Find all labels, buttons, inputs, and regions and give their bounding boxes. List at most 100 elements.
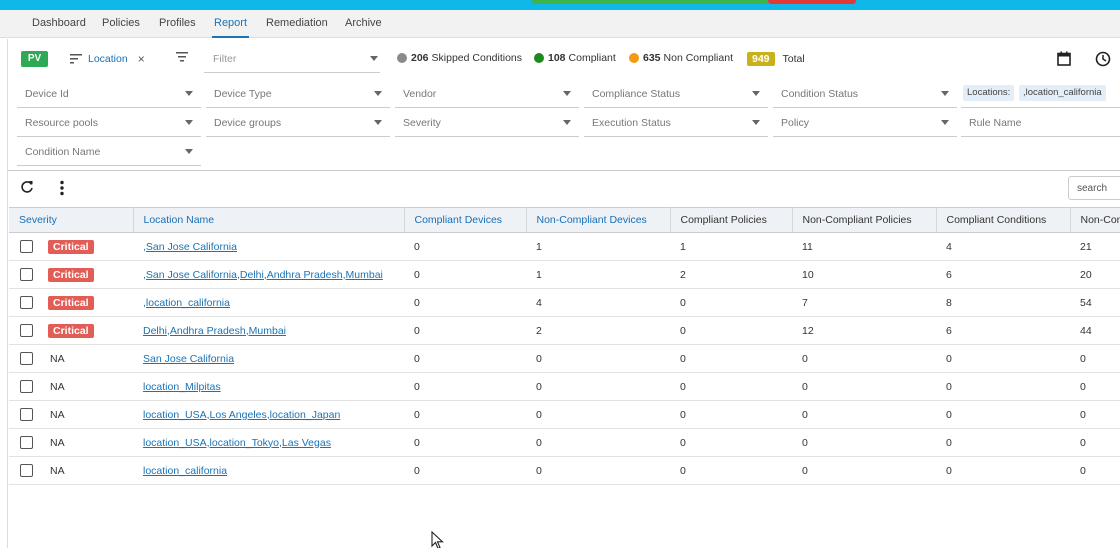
location-link[interactable]: location_USA,Los Angeles,location_Japan	[143, 409, 340, 421]
row-checkbox[interactable]	[20, 352, 33, 365]
chevron-down-icon	[374, 91, 382, 96]
tab-policies[interactable]: Policies	[100, 10, 142, 38]
condition-status-filter[interactable]: Condition Status	[773, 80, 957, 108]
location-link[interactable]: ,San Jose California	[143, 241, 237, 253]
non-compliant-policies-cell: 11	[792, 232, 936, 261]
table-row[interactable]: NA San Jose California 0 0 0 0 0 0	[9, 344, 1120, 373]
total-stat[interactable]: 949 Total	[747, 52, 805, 66]
chevron-down-icon	[752, 91, 760, 96]
table-row[interactable]: Critical ,San Jose California,Delhi,Andhr…	[9, 260, 1120, 289]
non-compliant-devices-cell: 1	[526, 232, 670, 261]
device-groups-filter[interactable]: Device groups	[206, 109, 390, 137]
refresh-icon[interactable]	[20, 180, 34, 194]
vendor-filter[interactable]: Vendor	[395, 80, 579, 108]
policy-filter[interactable]: Policy	[773, 109, 957, 137]
location-cell: ,location_california	[133, 288, 404, 317]
row-checkbox[interactable]	[20, 408, 33, 421]
row-checkbox[interactable]	[20, 380, 33, 393]
location-link[interactable]: ,San Jose California,Delhi,Andhra Prades…	[143, 269, 383, 281]
col-non-compliant-devices[interactable]: Non-Compliant Devices	[526, 207, 671, 233]
non-compliant-conditions-cell: 54	[1070, 288, 1120, 317]
table-row[interactable]: Critical ,San Jose California 0 1 1 11 4 21	[9, 232, 1120, 261]
col-compliant-devices[interactable]: Compliant Devices	[404, 207, 527, 233]
location-link[interactable]: location_Milpitas	[143, 381, 221, 393]
col-severity[interactable]: Severity	[9, 207, 134, 233]
locations-filter[interactable]: Locations: ,location_california	[961, 80, 1120, 108]
row-checkbox[interactable]	[20, 240, 33, 253]
more-options-icon[interactable]	[58, 180, 66, 196]
row-checkbox[interactable]	[20, 268, 33, 281]
compliant-label: Compliant	[568, 52, 616, 64]
tab-report[interactable]: Report	[212, 10, 250, 38]
table-row[interactable]: NA location_california 0 0 0 0 0 0	[9, 456, 1120, 485]
clock-icon[interactable]	[1095, 51, 1111, 67]
non-compliant-label: Non Compliant	[663, 52, 733, 64]
mouse-cursor-icon	[431, 531, 444, 548]
col-compliant-conditions[interactable]: Compliant Conditions	[936, 207, 1071, 233]
compliant-policies-cell: 1	[670, 232, 792, 261]
calendar-icon[interactable]	[1057, 51, 1071, 66]
non-compliant-conditions-cell: 0	[1070, 428, 1120, 457]
skipped-conditions-stat[interactable]: 206 Skipped Conditions	[397, 52, 522, 64]
non-compliant-conditions-cell: 44	[1070, 316, 1120, 345]
non-compliant-devices-cell: 0	[526, 400, 670, 429]
execution-status-label: Execution Status	[592, 117, 671, 129]
row-checkbox[interactable]	[20, 464, 33, 477]
compliant-policies-cell: 0	[670, 316, 792, 345]
locations-chip-value[interactable]: ,location_california	[1019, 85, 1106, 101]
compliant-conditions-cell: 0	[936, 456, 1070, 485]
table-row[interactable]: Critical Delhi,Andhra Pradesh,Mumbai 0 2 0 12…	[9, 316, 1120, 345]
compliant-conditions-cell: 0	[936, 372, 1070, 401]
table-row[interactable]: NA location_Milpitas 0 0 0 0 0 0	[9, 372, 1120, 401]
search-input[interactable]: search	[1068, 176, 1120, 200]
table-row[interactable]: NA location_USA,Los Angeles,location_Japa…	[9, 400, 1120, 429]
rule-name-input[interactable]: Rule Name	[961, 109, 1120, 137]
remove-group-by-icon[interactable]: ×	[138, 52, 145, 66]
filter-icon[interactable]	[176, 52, 188, 62]
chevron-down-icon	[941, 91, 949, 96]
compliant-devices-cell: 0	[404, 428, 526, 457]
filter-dropdown[interactable]: Filter	[204, 45, 380, 73]
resource-pools-filter[interactable]: Resource pools	[17, 109, 201, 137]
group-by-chip[interactable]: Location ×	[70, 51, 145, 67]
location-cell: ,San Jose California	[133, 232, 404, 261]
compliant-conditions-cell: 0	[936, 400, 1070, 429]
location-link[interactable]: San Jose California	[143, 353, 234, 365]
non-compliant-stat[interactable]: 635 Non Compliant	[629, 52, 733, 64]
col-non-compliant-policies[interactable]: Non-Compliant Policies	[792, 207, 937, 233]
col-location-name[interactable]: Location Name	[133, 207, 405, 233]
non-compliant-conditions-cell: 20	[1070, 260, 1120, 289]
tab-dashboard[interactable]: Dashboard	[30, 10, 88, 38]
tab-archive[interactable]: Archive	[343, 10, 384, 38]
non-compliant-policies-cell: 7	[792, 288, 936, 317]
tab-remediation[interactable]: Remediation	[264, 10, 330, 38]
location-link[interactable]: Delhi,Andhra Pradesh,Mumbai	[143, 325, 286, 337]
chevron-down-icon	[185, 120, 193, 125]
pv-badge[interactable]: PV	[21, 51, 48, 67]
condition-name-filter[interactable]: Condition Name	[17, 138, 201, 166]
location-link[interactable]: ,location_california	[143, 297, 230, 309]
severity-filter[interactable]: Severity	[395, 109, 579, 137]
severity-cell: NA	[9, 428, 133, 457]
non-compliant-conditions-cell: 21	[1070, 232, 1120, 261]
col-compliant-policies[interactable]: Compliant Policies	[670, 207, 793, 233]
compliance-status-filter[interactable]: Compliance Status	[584, 80, 768, 108]
table-row[interactable]: NA location_USA,location_Tokyo,Las Vegas 0…	[9, 428, 1120, 457]
device-type-filter[interactable]: Device Type	[206, 80, 390, 108]
tab-profiles[interactable]: Profiles	[157, 10, 198, 38]
compliant-dot-icon	[534, 53, 544, 63]
device-id-filter[interactable]: Device Id	[17, 80, 201, 108]
location-link[interactable]: location_USA,location_Tokyo,Las Vegas	[143, 437, 331, 449]
row-checkbox[interactable]	[20, 296, 33, 309]
non-compliant-policies-cell: 0	[792, 428, 936, 457]
non-compliant-conditions-cell: 0	[1070, 400, 1120, 429]
compliant-policies-cell: 0	[670, 400, 792, 429]
execution-status-filter[interactable]: Execution Status	[584, 109, 768, 137]
row-checkbox[interactable]	[20, 324, 33, 337]
compliant-stat[interactable]: 108 Compliant	[534, 52, 616, 64]
location-link[interactable]: location_california	[143, 465, 227, 477]
row-checkbox[interactable]	[20, 436, 33, 449]
col-non-compliant-conditions[interactable]: Non-Com	[1070, 207, 1120, 233]
severity-cell: Critical	[9, 316, 133, 345]
table-row[interactable]: Critical ,location_california 0 4 0 7 8 54	[9, 288, 1120, 317]
